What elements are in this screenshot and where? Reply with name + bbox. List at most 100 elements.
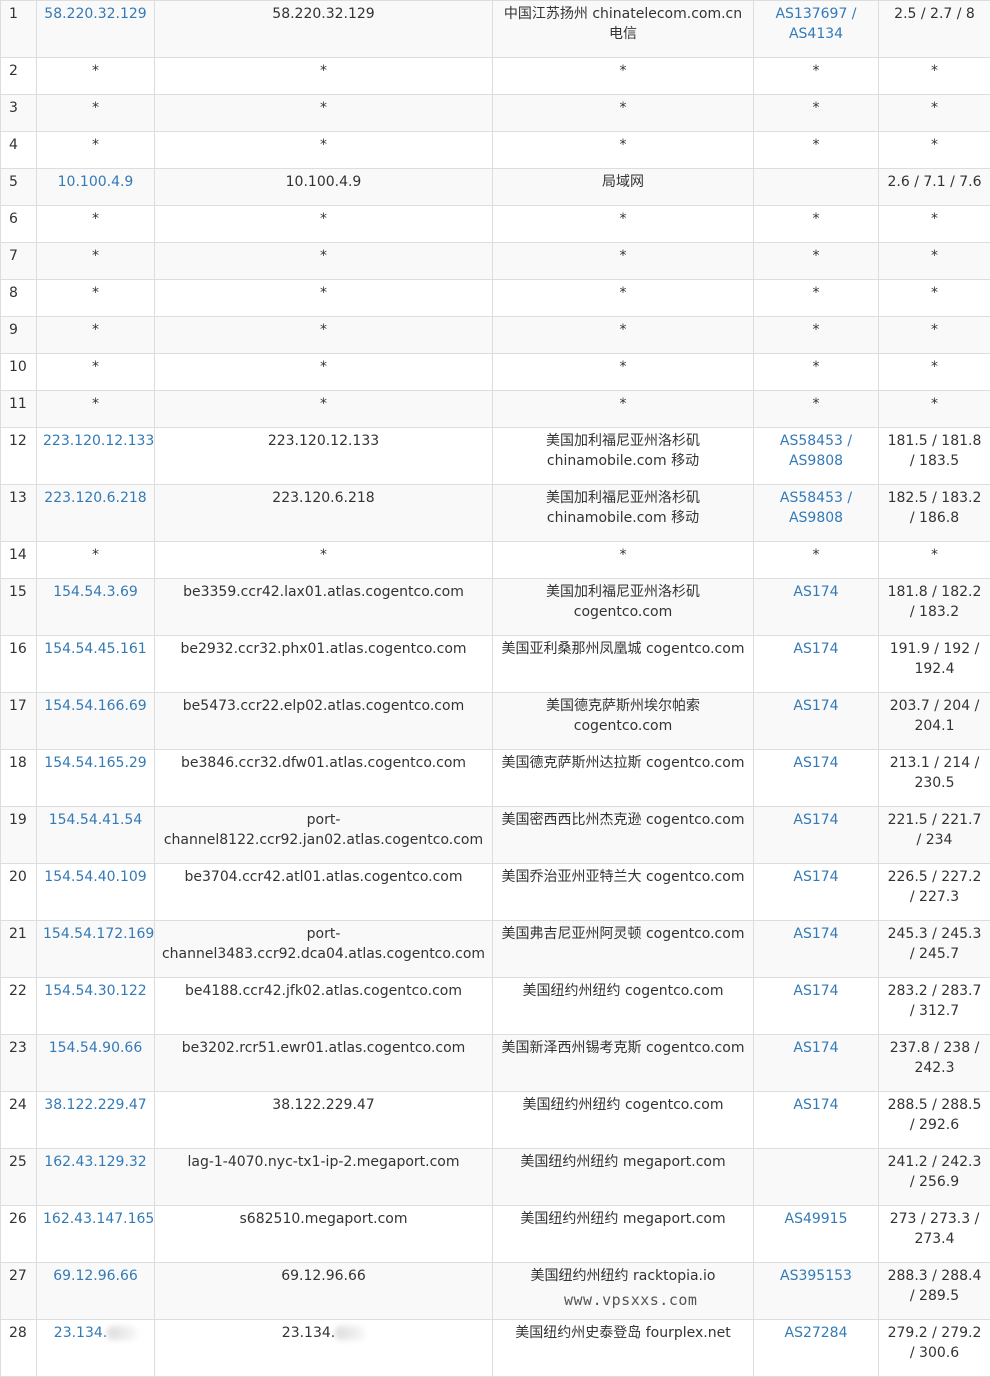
ip-link-cell[interactable]: 38.122.229.47: [37, 1092, 155, 1149]
location-text: *: [620, 211, 627, 227]
ip-link-text[interactable]: 162.43.147.165: [43, 1211, 154, 1227]
ip-link-text[interactable]: 23.134.: [54, 1325, 107, 1341]
ip-link-text[interactable]: 154.54.165.29: [44, 755, 146, 771]
asn-link-cell[interactable]: AS174: [754, 921, 879, 978]
asn-link-cell[interactable]: AS395153: [754, 1263, 879, 1320]
location-cell: 美国纽约州史泰登岛 fourplex.net: [493, 1320, 754, 1377]
ip-link-text[interactable]: 154.54.166.69: [44, 698, 146, 714]
asn-link-text[interactable]: AS174: [793, 1097, 838, 1113]
asn-link-cell[interactable]: AS58453 / AS9808: [754, 485, 879, 542]
ip-link-cell[interactable]: 154.54.3.69: [37, 579, 155, 636]
latency-text: 203.7 / 204 / 204.1: [890, 698, 980, 734]
asn-link-cell[interactable]: AS49915: [754, 1206, 879, 1263]
ip-link-text[interactable]: 162.43.129.32: [44, 1154, 146, 1170]
hop-number-cell: 27: [1, 1263, 37, 1320]
ip-link-cell[interactable]: 154.54.165.29: [37, 750, 155, 807]
asn-link-text[interactable]: AS174: [793, 1040, 838, 1056]
location-cell: *: [493, 243, 754, 280]
ip-link-cell[interactable]: 58.220.32.129: [37, 1, 155, 58]
ip-link-cell[interactable]: 154.54.166.69: [37, 693, 155, 750]
hop-row: 25162.43.129.32lag-1-4070.nyc-tx1-ip-2.m…: [1, 1149, 990, 1206]
hostname-text: 223.120.6.218: [272, 490, 374, 506]
asn-link-text[interactable]: AS174: [793, 584, 838, 600]
hop-number-cell: 26: [1, 1206, 37, 1263]
latency-text: 288.5 / 288.5 / 292.6: [888, 1097, 982, 1133]
asn-link-text[interactable]: AS174: [793, 641, 838, 657]
ip-link-text[interactable]: 154.54.172.169: [43, 926, 154, 942]
hop-number-cell: 8: [1, 280, 37, 317]
asn-link-text: *: [813, 547, 820, 563]
asn-link-text[interactable]: AS137697 / AS4134: [775, 6, 856, 42]
latency-text: *: [931, 63, 938, 79]
asn-link-cell[interactable]: AS27284: [754, 1320, 879, 1377]
asn-link-cell[interactable]: AS174: [754, 750, 879, 807]
hostname-cell: *: [155, 391, 493, 428]
asn-link-cell[interactable]: AS174: [754, 1035, 879, 1092]
asn-link-cell: *: [754, 243, 879, 280]
asn-link-cell[interactable]: AS58453 / AS9808: [754, 428, 879, 485]
asn-link-cell[interactable]: AS174: [754, 579, 879, 636]
ip-link-text[interactable]: 58.220.32.129: [44, 6, 146, 22]
hostname-cell: *: [155, 317, 493, 354]
asn-link-cell: *: [754, 354, 879, 391]
location-text: *: [620, 359, 627, 375]
ip-link-cell[interactable]: 223.120.12.133: [37, 428, 155, 485]
ip-link-text[interactable]: 154.54.41.54: [49, 812, 143, 828]
latency-cell: *: [879, 354, 990, 391]
ip-link-cell[interactable]: 154.54.90.66: [37, 1035, 155, 1092]
asn-link-text[interactable]: AS174: [793, 812, 838, 828]
ip-link-text[interactable]: 223.120.12.133: [43, 433, 154, 449]
ip-link-text[interactable]: 69.12.96.66: [53, 1268, 138, 1284]
asn-link-text[interactable]: AS58453 / AS9808: [780, 490, 852, 526]
hop-row: 23154.54.90.66be3202.rcr51.ewr01.atlas.c…: [1, 1035, 990, 1092]
ip-link-text[interactable]: 154.54.30.122: [44, 983, 146, 999]
asn-link-cell[interactable]: AS174: [754, 636, 879, 693]
asn-link-text[interactable]: AS174: [793, 755, 838, 771]
ip-link-cell[interactable]: 223.120.6.218: [37, 485, 155, 542]
ip-link-text[interactable]: 38.122.229.47: [44, 1097, 146, 1113]
ip-link-cell[interactable]: 154.54.30.122: [37, 978, 155, 1035]
asn-link-text[interactable]: AS49915: [785, 1211, 848, 1227]
ip-link-text[interactable]: 154.54.90.66: [49, 1040, 143, 1056]
ip-link-text: *: [92, 63, 99, 79]
location-cell: *: [493, 354, 754, 391]
ip-link-cell[interactable]: 154.54.172.169: [37, 921, 155, 978]
ip-link-text[interactable]: 154.54.3.69: [53, 584, 138, 600]
asn-link-text[interactable]: AS174: [793, 698, 838, 714]
ip-link-cell[interactable]: 10.100.4.9: [37, 169, 155, 206]
ip-link-cell[interactable]: 154.54.40.109: [37, 864, 155, 921]
ip-link-cell[interactable]: 154.54.45.161: [37, 636, 155, 693]
location-cell: *: [493, 542, 754, 579]
asn-link-cell[interactable]: AS174: [754, 864, 879, 921]
asn-link-text[interactable]: AS395153: [780, 1268, 852, 1284]
ip-link-text[interactable]: 10.100.4.9: [58, 174, 134, 190]
ip-link-cell[interactable]: 154.54.41.54: [37, 807, 155, 864]
ip-link-text[interactable]: 223.120.6.218: [44, 490, 146, 506]
hostname-cell: *: [155, 58, 493, 95]
asn-link-text[interactable]: AS174: [793, 983, 838, 999]
asn-link-cell[interactable]: AS174: [754, 807, 879, 864]
hostname-cell: *: [155, 280, 493, 317]
ip-link-cell: *: [37, 132, 155, 169]
location-cell: 美国亚利桑那州凤凰城 cogentco.com: [493, 636, 754, 693]
asn-link-cell[interactable]: AS174: [754, 978, 879, 1035]
ip-link-cell[interactable]: 69.12.96.66: [37, 1263, 155, 1320]
asn-link-text[interactable]: AS58453 / AS9808: [780, 433, 852, 469]
asn-link-cell[interactable]: AS174: [754, 693, 879, 750]
latency-cell: 191.9 / 192 / 192.4: [879, 636, 990, 693]
hop-number-cell: 4: [1, 132, 37, 169]
hostname-cell: s682510.megaport.com: [155, 1206, 493, 1263]
ip-link-text[interactable]: 154.54.45.161: [44, 641, 146, 657]
asn-link-cell[interactable]: AS137697 / AS4134: [754, 1, 879, 58]
asn-link-text[interactable]: AS174: [793, 926, 838, 942]
latency-cell: *: [879, 317, 990, 354]
hostname-text: *: [320, 211, 327, 227]
asn-link-cell[interactable]: AS174: [754, 1092, 879, 1149]
hop-number-cell: 28: [1, 1320, 37, 1377]
ip-link-cell[interactable]: 162.43.147.165: [37, 1206, 155, 1263]
asn-link-text[interactable]: AS27284: [785, 1325, 848, 1341]
asn-link-text[interactable]: AS174: [793, 869, 838, 885]
ip-link-cell[interactable]: 23.134.: [37, 1320, 155, 1377]
ip-link-cell[interactable]: 162.43.129.32: [37, 1149, 155, 1206]
ip-link-text[interactable]: 154.54.40.109: [44, 869, 146, 885]
